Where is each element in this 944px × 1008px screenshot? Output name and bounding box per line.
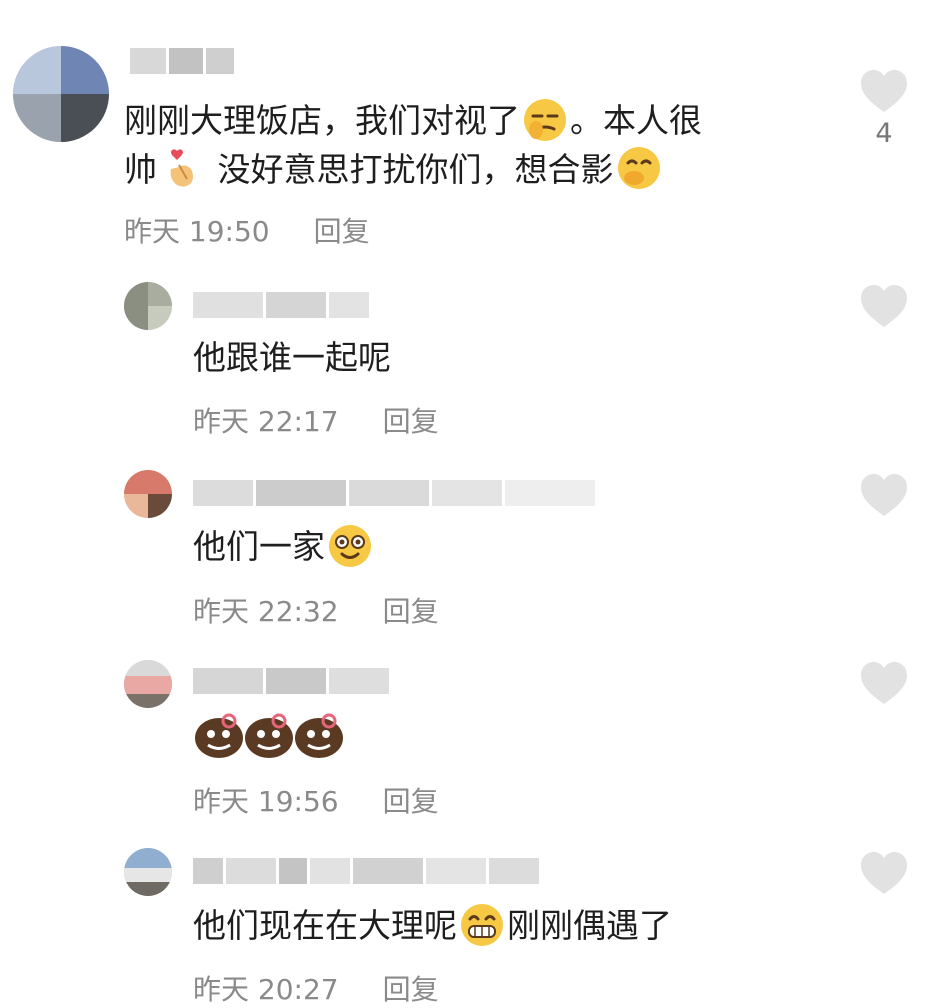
timestamp: 昨天 22:32 [193,595,339,628]
avatar[interactable] [124,848,172,896]
comment-meta: 昨天 20:27 回复 [193,968,439,1008]
comment-meta: 昨天 22:32 回复 [193,590,439,630]
like-heart-icon[interactable] [860,70,908,114]
avatar[interactable] [13,46,109,142]
timestamp: 昨天 20:27 [193,973,339,1006]
username-blurred[interactable] [193,290,372,320]
comment-text: 他们一家 [193,523,375,572]
smirk-emoji-icon [522,97,568,143]
timestamp: 昨天 19:56 [193,785,339,818]
comment-text [193,713,343,762]
like-count: 4 [875,118,893,149]
comment-text: 他跟谁一起呢 [193,338,391,377]
timestamp: 昨天 22:17 [193,405,339,438]
comment-text: 刚刚大理饭店，我们对视了 。本人很 帅 没好意思打扰你们，想合影 [124,97,702,194]
username-blurred[interactable] [130,46,237,76]
like-heart-icon[interactable] [860,474,908,518]
username-blurred[interactable] [193,478,598,508]
comment-meta: 昨天 22:17 回复 [193,400,439,440]
timestamp: 昨天 19:50 [124,215,270,248]
grinning-emoji-icon [459,902,505,948]
brown-face-emoji-icon [193,713,243,759]
username-blurred[interactable] [193,666,392,696]
reply-button[interactable]: 回复 [314,210,370,250]
smiling-emoji-icon [327,523,373,569]
brown-face-emoji-icon [243,713,293,759]
finger-heart-emoji-icon [159,145,205,191]
comment-meta: 昨天 19:50 回复 [124,210,370,250]
like-heart-icon[interactable] [860,285,908,329]
avatar[interactable] [124,660,172,708]
comment-meta: 昨天 19:56 回复 [193,780,439,820]
reply-button[interactable]: 回复 [383,590,439,630]
reply-button[interactable]: 回复 [383,780,439,820]
username-blurred[interactable] [193,856,542,886]
avatar[interactable] [124,470,172,518]
comment-text: 他们现在在大理呢 刚刚偶遇了 [193,902,672,951]
brown-face-emoji-icon [293,713,343,759]
reply-button[interactable]: 回复 [383,400,439,440]
reply-button[interactable]: 回复 [383,968,439,1008]
like-heart-icon[interactable] [860,662,908,706]
like-heart-icon[interactable] [860,852,908,896]
avatar[interactable] [124,282,172,330]
covering-mouth-emoji-icon [616,145,662,191]
